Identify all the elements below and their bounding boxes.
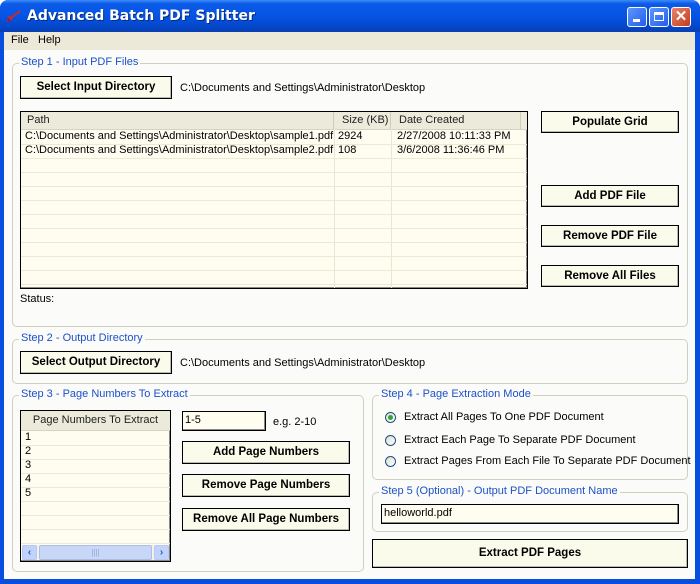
step2-group: Step 2 - Output Directory Select Output … (12, 332, 688, 384)
app-window: Advanced Batch PDF Splitter ✕ File Help … (0, 0, 700, 584)
step1-group: Step 1 - Input PDF Files Select Input Di… (12, 56, 688, 327)
empty-row (21, 158, 527, 173)
maximize-button[interactable] (649, 7, 669, 27)
list-item[interactable]: 2 (21, 445, 170, 460)
remove-all-files-button[interactable]: Remove All Files (541, 265, 679, 287)
page-range-hint: e.g. 2-10 (273, 416, 317, 428)
extract-pdf-pages-button[interactable]: Extract PDF Pages (372, 539, 688, 568)
status-label: Status: (20, 293, 55, 305)
radio-selected-icon[interactable] (385, 412, 396, 423)
scissors-pdf-icon (6, 10, 21, 22)
step5-group: Step 5 (Optional) - Output PDF Document … (372, 485, 688, 532)
empty-row (21, 186, 527, 201)
list-item[interactable]: 4 (21, 473, 170, 488)
cell-path: C:\Documents and Settings\Administrator\… (25, 130, 334, 142)
step3-title: Step 3 - Page Numbers To Extract (19, 388, 190, 400)
grid-header: Path Size (KB) Date Created (21, 112, 527, 130)
minimize-button[interactable] (627, 7, 647, 27)
empty-row (21, 501, 170, 516)
list-item[interactable]: 5 (21, 487, 170, 502)
empty-row (21, 242, 527, 257)
list-header: Page Numbers To Extract (21, 411, 170, 431)
cell-path: C:\Documents and Settings\Administrator\… (25, 144, 334, 156)
scroll-right-button[interactable]: › (154, 545, 169, 560)
empty-row (21, 214, 527, 229)
empty-row (21, 256, 527, 271)
title-bar[interactable]: Advanced Batch PDF Splitter ✕ (0, 0, 700, 32)
page-number: 1 (25, 431, 32, 443)
column-header-page-numbers[interactable]: Page Numbers To Extract (21, 411, 170, 430)
step5-title: Step 5 (Optional) - Output PDF Document … (379, 485, 620, 497)
cell-size: 108 (338, 144, 357, 156)
empty-row (21, 515, 170, 530)
output-directory-path: C:\Documents and Settings\Administrator\… (180, 357, 426, 369)
radio-label: Extract All Pages To One PDF Document (404, 411, 604, 423)
scroll-left-button[interactable]: ‹ (22, 545, 37, 560)
empty-row (21, 529, 170, 544)
empty-row (21, 172, 527, 187)
select-output-directory-button[interactable]: Select Output Directory (20, 351, 172, 374)
remove-all-page-numbers-button[interactable]: Remove All Page Numbers (182, 508, 350, 531)
step4-title: Step 4 - Page Extraction Mode (379, 388, 533, 400)
close-icon: ✕ (674, 8, 688, 25)
horizontal-scrollbar[interactable]: ‹ |||| › (22, 545, 169, 560)
table-row[interactable]: C:\Documents and Settings\Administrator\… (21, 144, 527, 159)
page-numbers-list[interactable]: Page Numbers To Extract 1 2 3 4 5 ‹ ||||… (20, 410, 171, 562)
step1-title: Step 1 - Input PDF Files (19, 56, 141, 68)
cell-date: 2/27/2008 10:11:33 PM (397, 130, 511, 142)
remove-pdf-file-button[interactable]: Remove PDF File (541, 225, 679, 247)
input-files-grid[interactable]: Path Size (KB) Date Created C:\Documents… (20, 111, 528, 289)
list-item[interactable]: 3 (21, 459, 170, 474)
column-header-path[interactable]: Path (21, 112, 334, 129)
add-page-numbers-button[interactable]: Add Page Numbers (182, 441, 350, 464)
page-range-input[interactable]: 1-5 (182, 411, 266, 431)
remove-page-numbers-button[interactable]: Remove Page Numbers (182, 474, 350, 497)
page-number: 3 (25, 459, 32, 471)
populate-grid-button[interactable]: Populate Grid (541, 111, 679, 133)
client-area: File Help Step 1 - Input PDF Files Selec… (4, 32, 695, 579)
cell-size: 2924 (338, 130, 363, 142)
radio-label: Extract Pages From Each File To Separate… (404, 455, 691, 467)
add-pdf-file-button[interactable]: Add PDF File (541, 185, 679, 207)
window-title: Advanced Batch PDF Splitter (27, 8, 255, 24)
empty-row (21, 200, 527, 215)
page-number: 5 (25, 487, 32, 499)
close-button[interactable]: ✕ (671, 7, 691, 27)
radio-label: Extract Each Page To Separate PDF Docume… (404, 434, 636, 446)
list-item[interactable]: 1 (21, 431, 170, 446)
scroll-thumb[interactable]: |||| (39, 545, 152, 560)
table-row[interactable]: C:\Documents and Settings\Administrator\… (21, 130, 527, 145)
radio-icon[interactable] (385, 456, 396, 467)
page-number: 4 (25, 473, 32, 485)
step3-group: Step 3 - Page Numbers To Extract Page Nu… (12, 388, 364, 572)
column-header-date[interactable]: Date Created (391, 112, 521, 129)
menu-help[interactable]: Help (38, 34, 61, 46)
menu-bar: File Help (4, 32, 695, 50)
step4-group: Step 4 - Page Extraction Mode Extract Al… (372, 388, 691, 480)
empty-row (21, 270, 527, 285)
column-header-size[interactable]: Size (KB) (334, 112, 391, 129)
step2-title: Step 2 - Output Directory (19, 332, 145, 344)
radio-icon[interactable] (385, 435, 396, 446)
select-input-directory-button[interactable]: Select Input Directory (20, 76, 172, 99)
page-number: 2 (25, 445, 32, 457)
empty-row (21, 228, 527, 243)
cell-date: 3/6/2008 11:36:46 PM (397, 144, 505, 156)
menu-file[interactable]: File (11, 34, 29, 46)
input-directory-path: C:\Documents and Settings\Administrator\… (180, 82, 426, 94)
output-filename-input[interactable]: helloworld.pdf (381, 504, 679, 524)
